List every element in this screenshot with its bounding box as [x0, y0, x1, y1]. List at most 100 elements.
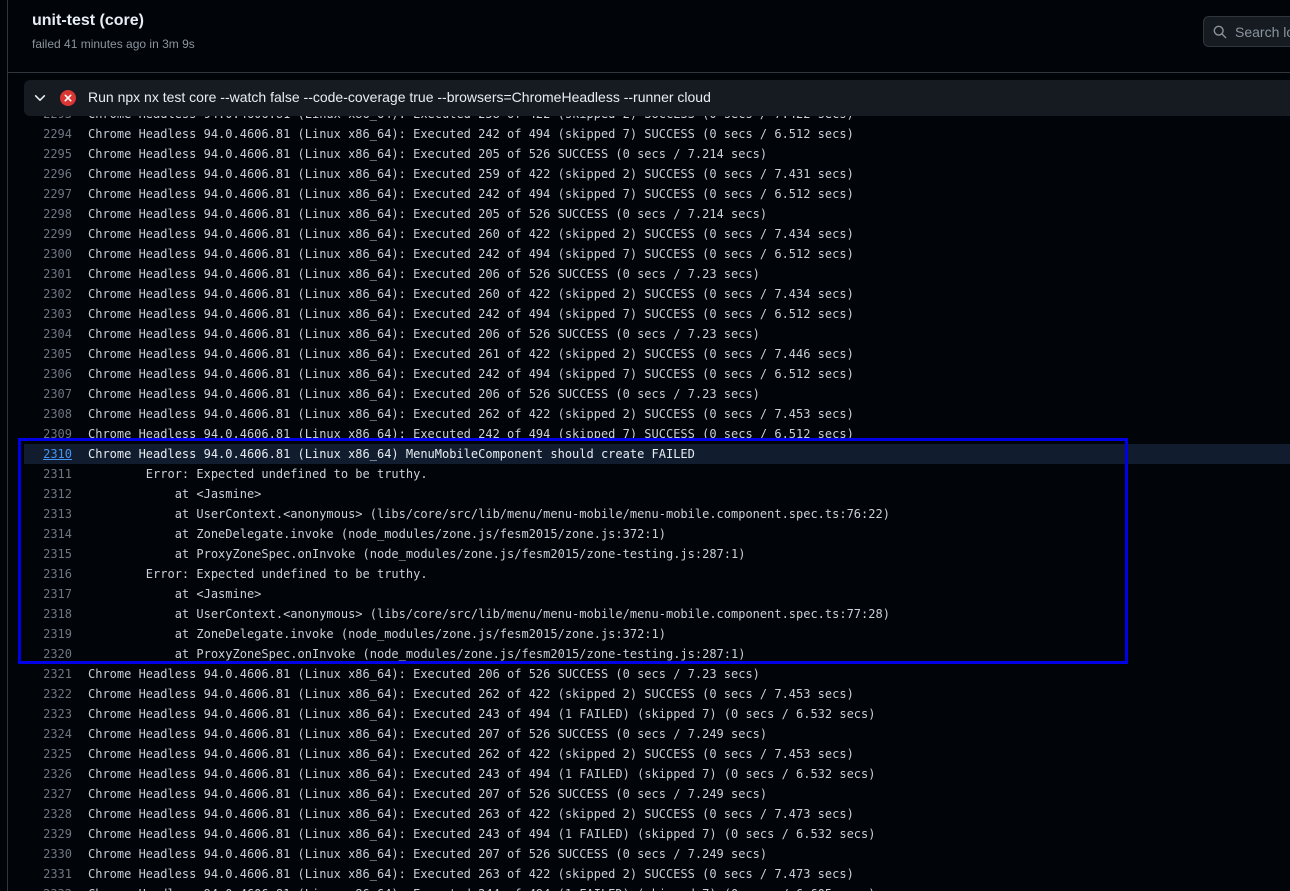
log-line: 2305 Chrome Headless 94.0.4606.81 (Linux … [24, 344, 1290, 364]
log-line-text: Chrome Headless 94.0.4606.81 (Linux x86_… [88, 884, 875, 891]
search-logs-input[interactable] [1235, 17, 1290, 46]
log-line: 2309 Chrome Headless 94.0.4606.81 (Linux … [24, 424, 1290, 444]
log-line-number[interactable]: 2301 [24, 264, 72, 284]
log-line-text: Error: Expected undefined to be truthy. [88, 567, 428, 581]
log-line-text: Chrome Headless 94.0.4606.81 (Linux x86_… [88, 827, 876, 841]
log-line-text: Chrome Headless 94.0.4606.81 (Linux x86_… [88, 387, 760, 401]
log-line-number[interactable]: 2306 [24, 364, 72, 384]
log-line: 2300 Chrome Headless 94.0.4606.81 (Linux … [24, 244, 1290, 264]
log-line-number[interactable]: 2300 [24, 244, 72, 264]
log-line-number[interactable]: 2329 [24, 824, 72, 844]
log-line-number[interactable]: 2321 [24, 664, 72, 684]
log-line-number[interactable]: 2324 [24, 724, 72, 744]
log-line: 2315 at ProxyZoneSpec.onInvoke (node_mod… [24, 544, 1290, 564]
log-line: 2303 Chrome Headless 94.0.4606.81 (Linux … [24, 304, 1290, 324]
job-title: unit-test (core) [32, 12, 144, 29]
log-line-text: Chrome Headless 94.0.4606.81 (Linux x86_… [88, 227, 854, 241]
step-header-run-tests[interactable]: Run npx nx test core --watch false --cod… [24, 80, 1290, 116]
log-line: 2311 Error: Expected undefined to be tru… [24, 464, 1290, 484]
log-line-text: Chrome Headless 94.0.4606.81 (Linux x86_… [88, 847, 768, 861]
log-line-number[interactable]: 2308 [24, 404, 72, 424]
log-line-text: Chrome Headless 94.0.4606.81 (Linux x86_… [88, 147, 768, 161]
log-line-text: at UserContext.<anonymous> (libs/core/sr… [88, 607, 890, 621]
step-title: Run npx nx test core --watch false --cod… [88, 89, 711, 105]
log-line-text: at <Jasmine> [88, 587, 262, 601]
log-line-text: Chrome Headless 94.0.4606.81 (Linux x86_… [88, 327, 760, 341]
log-line-text: Chrome Headless 94.0.4606.81 (Linux x86_… [88, 127, 854, 141]
log-line: 2321 Chrome Headless 94.0.4606.81 (Linux … [24, 664, 1290, 684]
log-line-number[interactable]: 2316 [24, 564, 72, 584]
log-line: 2306 Chrome Headless 94.0.4606.81 (Linux … [24, 364, 1290, 384]
log-line: 2317 at <Jasmine> [24, 584, 1290, 604]
log-line: 2314 at ZoneDelegate.invoke (node_module… [24, 524, 1290, 544]
log-line-number[interactable]: 2297 [24, 184, 72, 204]
log-line-number[interactable]: 2296 [24, 164, 72, 184]
chevron-down-icon[interactable] [33, 91, 47, 105]
log-line-number[interactable]: 2298 [24, 204, 72, 224]
log-line-text: Chrome Headless 94.0.4606.81 (Linux x86_… [88, 347, 854, 361]
log-line-number[interactable]: 2315 [24, 544, 72, 564]
log-line-number[interactable]: 2319 [24, 624, 72, 644]
log-line-text: Error: Expected undefined to be truthy. [88, 467, 428, 481]
log-line-text: Chrome Headless 94.0.4606.81 (Linux x86_… [88, 287, 854, 301]
log-line: 2312 at <Jasmine> [24, 484, 1290, 504]
log-line: 2308 Chrome Headless 94.0.4606.81 (Linux … [24, 404, 1290, 424]
log-line: 2313 at UserContext.<anonymous> (libs/co… [24, 504, 1290, 524]
log-output: 2293Chrome Headless 94.0.4606.81 (Linux … [24, 104, 1290, 891]
left-sidebar-rail [0, 0, 8, 891]
log-line-number[interactable]: 2307 [24, 384, 72, 404]
log-line: 2302 Chrome Headless 94.0.4606.81 (Linux … [24, 284, 1290, 304]
log-line: 2320 at ProxyZoneSpec.onInvoke (node_mod… [24, 644, 1290, 664]
log-line-number[interactable]: 2294 [24, 124, 72, 144]
log-line-number[interactable]: 2313 [24, 504, 72, 524]
log-line-number[interactable]: 2295 [24, 144, 72, 164]
log-line-number[interactable]: 2314 [24, 524, 72, 544]
log-line: 2329 Chrome Headless 94.0.4606.81 (Linux … [24, 824, 1290, 844]
log-line-number[interactable]: 2310 [24, 444, 72, 464]
log-line-number[interactable]: 2309 [24, 424, 72, 444]
log-line: 2330 Chrome Headless 94.0.4606.81 (Linux … [24, 844, 1290, 864]
log-line-number[interactable]: 2312 [24, 484, 72, 504]
log-line-text: Chrome Headless 94.0.4606.81 (Linux x86_… [88, 167, 854, 181]
log-line-text: Chrome Headless 94.0.4606.81 (Linux x86_… [88, 707, 876, 721]
log-line-number[interactable]: 2317 [24, 584, 72, 604]
log-line-text: Chrome Headless 94.0.4606.81 (Linux x86_… [88, 267, 760, 281]
log-line-text: Chrome Headless 94.0.4606.81 (Linux x86_… [88, 687, 854, 701]
log-line-number[interactable]: 2328 [24, 804, 72, 824]
log-line-number[interactable]: 2325 [24, 744, 72, 764]
log-line: 2319 at ZoneDelegate.invoke (node_module… [24, 624, 1290, 644]
log-line-number[interactable]: 2304 [24, 324, 72, 344]
log-line-text: Chrome Headless 94.0.4606.81 (Linux x86_… [88, 727, 768, 741]
log-line-number[interactable]: 2302 [24, 284, 72, 304]
log-line-number[interactable]: 2327 [24, 784, 72, 804]
log-line-text: at <Jasmine> [88, 487, 262, 501]
log-line-number[interactable]: 2332 [24, 884, 72, 891]
log-line: 2294 Chrome Headless 94.0.4606.81 (Linux … [24, 124, 1290, 144]
log-line-number[interactable]: 2318 [24, 604, 72, 624]
log-line-text: Chrome Headless 94.0.4606.81 (Linux x86_… [88, 247, 854, 261]
log-line-text: Chrome Headless 94.0.4606.81 (Linux x86_… [88, 787, 768, 801]
log-line-number[interactable]: 2323 [24, 704, 72, 724]
log-line-number[interactable]: 2326 [24, 764, 72, 784]
log-line-text: at ProxyZoneSpec.onInvoke (node_modules/… [88, 647, 746, 661]
log-line: 2323 Chrome Headless 94.0.4606.81 (Linux … [24, 704, 1290, 724]
log-line: 2297 Chrome Headless 94.0.4606.81 (Linux … [24, 184, 1290, 204]
log-line-number[interactable]: 2330 [24, 844, 72, 864]
log-line-number[interactable]: 2311 [24, 464, 72, 484]
log-line-number[interactable]: 2303 [24, 304, 72, 324]
log-line-number[interactable]: 2299 [24, 224, 72, 244]
log-line-text: Chrome Headless 94.0.4606.81 (Linux x86_… [88, 867, 854, 881]
log-line-number[interactable]: 2331 [24, 864, 72, 884]
log-line-text: at UserContext.<anonymous> (libs/core/sr… [88, 507, 890, 521]
log-line: 2332 Chrome Headless 94.0.4606.81 (Linux … [24, 884, 1290, 891]
search-logs-box[interactable] [1203, 16, 1290, 47]
log-line: 2310 Chrome Headless 94.0.4606.81 (Linux … [24, 444, 1290, 464]
log-line-number[interactable]: 2320 [24, 644, 72, 664]
log-line: 2331 Chrome Headless 94.0.4606.81 (Linux … [24, 864, 1290, 884]
failed-status-icon [60, 90, 76, 106]
log-line-text: at ProxyZoneSpec.onInvoke (node_modules/… [88, 547, 746, 561]
log-line: 2328 Chrome Headless 94.0.4606.81 (Linux … [24, 804, 1290, 824]
log-line-number[interactable]: 2322 [24, 684, 72, 704]
log-line-text: Chrome Headless 94.0.4606.81 (Linux x86_… [88, 667, 760, 681]
log-line-number[interactable]: 2305 [24, 344, 72, 364]
